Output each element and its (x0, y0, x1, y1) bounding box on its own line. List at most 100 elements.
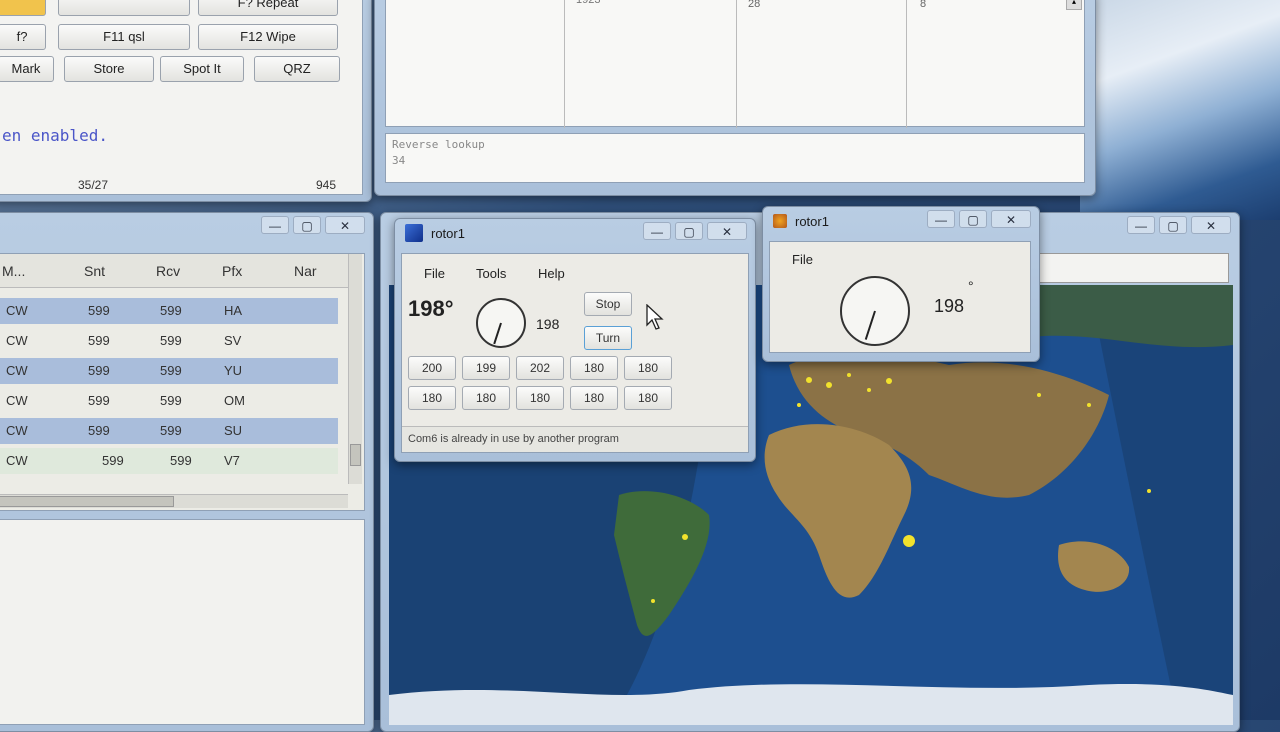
preset-button[interactable]: 199 (462, 356, 510, 380)
log-counter-left: 35/27 (78, 178, 109, 192)
preset-button[interactable]: 202 (516, 356, 564, 380)
spot-marker (886, 378, 892, 384)
maximize-icon[interactable]: ▢ (1159, 216, 1187, 234)
status-bar: Com6 is already in use by another progra… (402, 426, 748, 452)
cell-mode: CW (6, 423, 28, 438)
reverse-lookup-panel: Reverse lookup 34 (385, 133, 1085, 183)
log-message: en enabled. (2, 126, 108, 145)
grid-divider (736, 0, 737, 128)
cell-snt: 599 (88, 393, 110, 408)
vertical-scrollbar[interactable] (348, 254, 362, 484)
log-button-repeat[interactable]: F? Repeat (198, 0, 338, 16)
dial-needle (864, 310, 876, 340)
preset-button[interactable]: 180 (408, 386, 456, 410)
header-name[interactable]: Nar (294, 263, 317, 279)
preset-button[interactable]: 180 (624, 386, 672, 410)
preset-button[interactable]: 180 (624, 356, 672, 380)
log-button-f[interactable]: f? (0, 24, 46, 50)
grid-cell: 28 (748, 0, 761, 10)
header-mode[interactable]: M... (2, 263, 25, 279)
grid-cell: 1923 (576, 0, 601, 6)
preset-button[interactable]: 180 (462, 386, 510, 410)
table-row[interactable]: CW 599 599 YU (0, 358, 338, 384)
grid-cell: 8 (920, 0, 927, 10)
cell-rcv: 599 (160, 363, 182, 378)
table-row[interactable]: CW 599 599 HA (0, 298, 338, 324)
scrollbar-thumb[interactable] (350, 444, 361, 466)
spot-marker (903, 535, 915, 547)
scrollbar-thumb[interactable] (0, 496, 174, 507)
window-controls: — ▢ ✕ (1127, 216, 1231, 234)
window-controls: — ▢ ✕ (643, 222, 747, 240)
log-window: F? Repeat f? F11 qsl F12 Wipe Mark Store… (0, 0, 372, 202)
log-button-mark[interactable]: Mark (0, 56, 54, 82)
cell-pfx: SV (224, 333, 242, 348)
log-button-f11-qsl[interactable]: F11 qsl (58, 24, 190, 50)
log-button-qrz[interactable]: QRZ (254, 56, 340, 82)
spot-marker (1087, 403, 1091, 407)
cell-rcv: 599 (170, 453, 192, 468)
window-controls: — ▢ ✕ (927, 210, 1031, 228)
rotor-main-client: File Tools Help 198° 198 Stop Turn 200 1… (401, 253, 749, 453)
cell-pfx: YU (224, 363, 243, 378)
minimize-icon[interactable]: — (643, 222, 671, 240)
log-button-r0c2[interactable] (58, 0, 190, 16)
header-pfx[interactable]: Pfx (222, 263, 242, 279)
table-row[interactable]: CW 599 599 OM (0, 388, 338, 414)
window-controls: — ▢ ✕ (261, 216, 365, 234)
table-row[interactable]: CW 599 599 SV (0, 328, 338, 354)
lookup-grid: 1923 28 8 ▴ (385, 0, 1085, 128)
maximize-icon[interactable]: ▢ (675, 222, 703, 240)
spot-marker (682, 534, 688, 540)
spot-marker (826, 382, 832, 388)
scroll-up-button[interactable]: ▴ (1066, 0, 1082, 10)
header-snt[interactable]: Snt (84, 263, 105, 279)
menu-help[interactable]: Help (538, 266, 565, 281)
log-button-r0c1[interactable] (0, 0, 46, 16)
preset-button[interactable]: 200 (408, 356, 456, 380)
menu-file[interactable]: File (792, 252, 813, 267)
close-icon[interactable]: ✕ (991, 210, 1031, 228)
minimize-icon[interactable]: — (927, 210, 955, 228)
preset-button[interactable]: 180 (570, 356, 618, 380)
log-button-store[interactable]: Store (64, 56, 154, 82)
dial-value: 198 (536, 316, 560, 332)
close-icon[interactable]: ✕ (325, 216, 365, 234)
rotor-small-titlebar: rotor1 — ▢ ✕ (763, 207, 1039, 235)
menu-file[interactable]: File (424, 266, 445, 281)
grid-divider (564, 0, 565, 128)
stop-button[interactable]: Stop (584, 292, 632, 316)
minimize-icon[interactable]: — (1127, 216, 1155, 234)
maximize-icon[interactable]: ▢ (959, 210, 987, 228)
minimize-icon[interactable]: — (261, 216, 289, 234)
qso-list-window: — ▢ ✕ M... Snt Rcv Pfx Nar CW 599 599 HA… (0, 212, 374, 732)
lower-panel (0, 519, 365, 725)
reverse-lookup-value: 34 (392, 154, 406, 167)
log-button-spot-it[interactable]: Spot It (160, 56, 244, 82)
table-row[interactable]: CW 599 599 SU (0, 418, 338, 444)
close-icon[interactable]: ✕ (707, 222, 747, 240)
spot-marker (651, 599, 655, 603)
close-icon[interactable]: ✕ (1191, 216, 1231, 234)
log-window-client: F? Repeat f? F11 qsl F12 Wipe Mark Store… (0, 0, 363, 195)
cell-rcv: 599 (160, 423, 182, 438)
log-counter-right: 945 (316, 178, 337, 192)
map-toolbar (1037, 253, 1229, 283)
maximize-icon[interactable]: ▢ (293, 216, 321, 234)
preset-button[interactable]: 180 (516, 386, 564, 410)
horizontal-scrollbar[interactable] (0, 494, 348, 508)
heading-dial (840, 276, 910, 346)
preset-button[interactable]: 180 (570, 386, 618, 410)
log-button-f12-wipe[interactable]: F12 Wipe (198, 24, 338, 50)
table-row[interactable]: CW 599 599 V7 (0, 448, 338, 474)
turn-button[interactable]: Turn (584, 326, 632, 350)
cell-snt: 599 (88, 423, 110, 438)
rotor-main-window: rotor1 — ▢ ✕ File Tools Help 198° 198 St… (394, 218, 756, 462)
table-header: M... Snt Rcv Pfx Nar (0, 254, 348, 288)
menu-tools[interactable]: Tools (476, 266, 506, 281)
cell-rcv: 599 (160, 333, 182, 348)
cell-rcv: 599 (160, 393, 182, 408)
mouse-cursor-icon (646, 304, 664, 330)
spot-marker (1147, 489, 1151, 493)
header-rcv[interactable]: Rcv (156, 263, 180, 279)
